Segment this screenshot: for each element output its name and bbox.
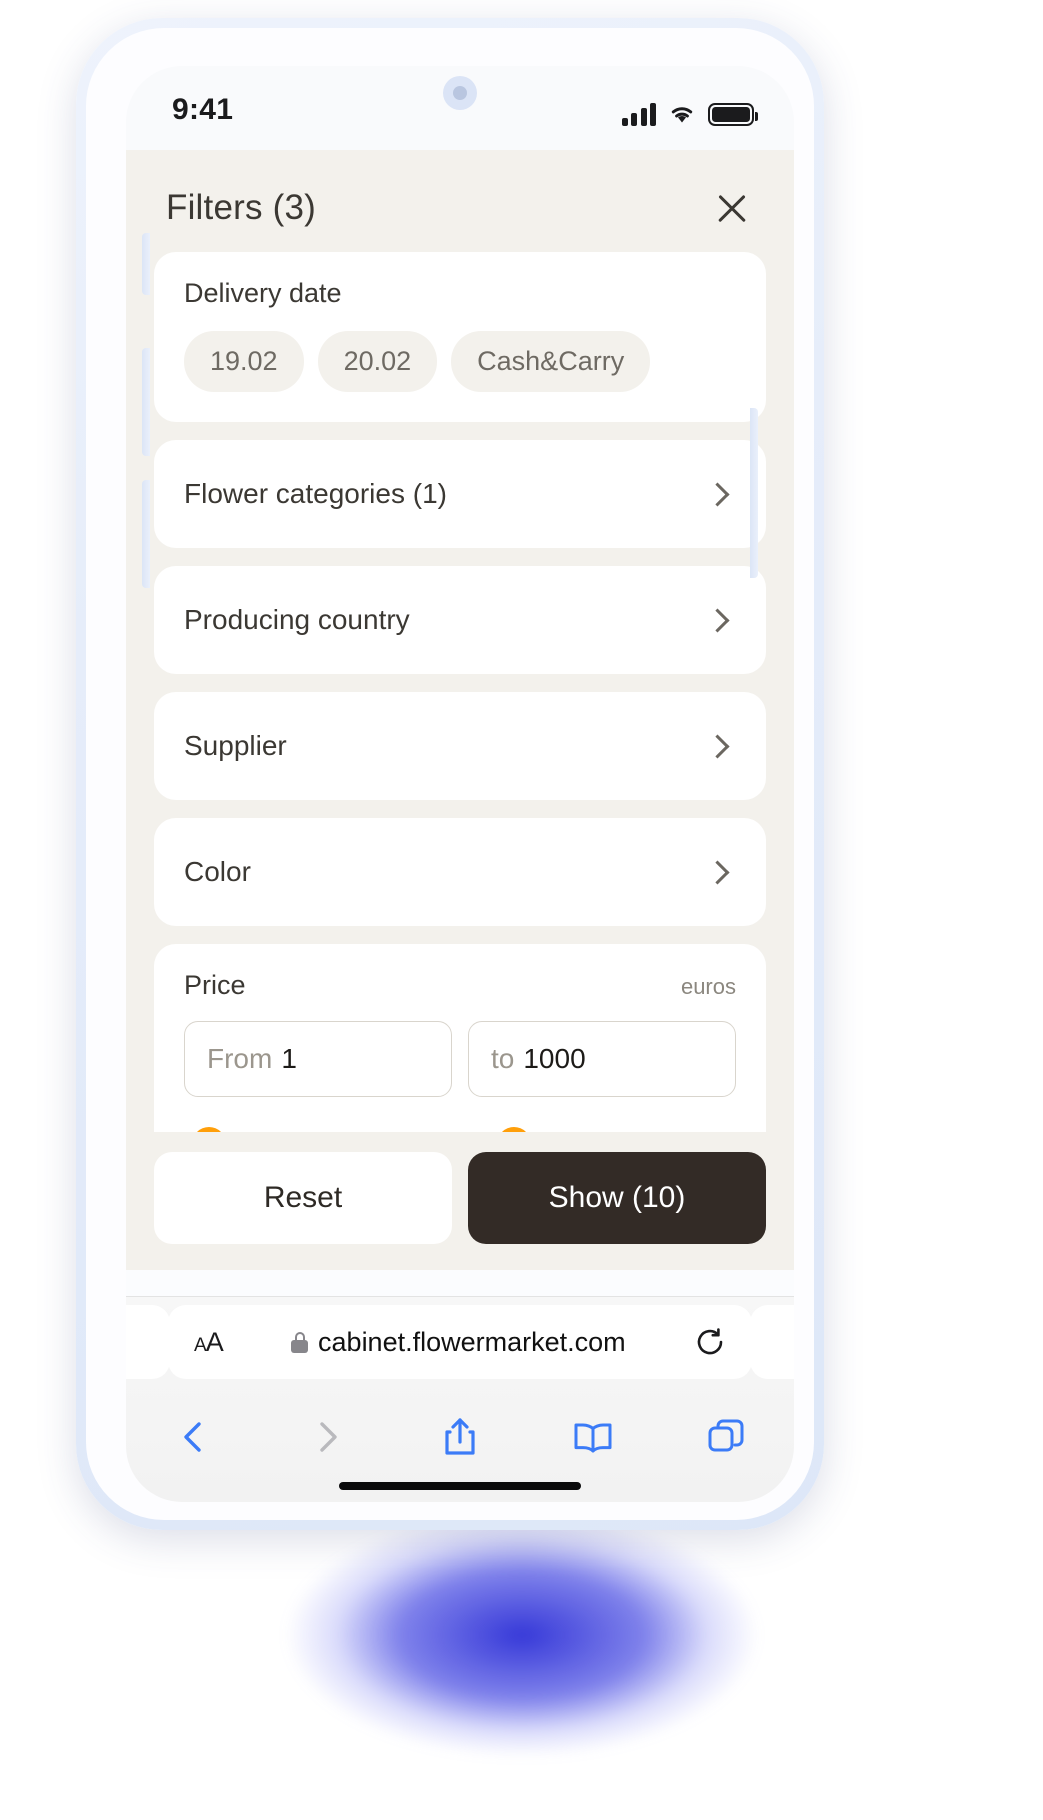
url-bar[interactable]: AA cabinet.flowermarket.com [168,1305,752,1379]
chip-cash-and-carry[interactable]: Cash&Carry [451,331,651,392]
filter-row-label: Producing country [184,604,410,635]
chevron-right-icon [705,607,730,633]
chip-date-2[interactable]: 20.02 [317,331,438,392]
reload-icon[interactable] [694,1326,726,1358]
price-header: Price euros [184,970,736,1001]
page-title: Filters (3) [166,188,316,227]
price-from-value: 1 [281,1043,297,1074]
delivery-date-label: Delivery date [184,278,342,308]
share-icon[interactable] [438,1415,482,1459]
phone-bezel: 9:41 Filters (3) Delivery date 19.02 20.… [86,28,814,1520]
status-clock: 9:41 [172,93,234,126]
volume-down-button[interactable] [142,480,150,588]
mute-switch[interactable] [142,233,150,295]
price-to-prefix: to [491,1043,515,1074]
filter-row-flower-categories[interactable]: Flower categories (1) [154,440,766,548]
phone-screen: 9:41 Filters (3) Delivery date 19.02 20.… [126,66,794,1502]
filter-row-color[interactable]: Color [154,818,766,926]
cellular-signal-icon [621,102,656,126]
chevron-right-icon [705,859,730,885]
battery-icon [708,103,758,126]
chevron-right-icon [705,733,730,759]
bookmarks-icon[interactable] [571,1415,615,1459]
back-icon[interactable] [172,1415,216,1459]
price-to-value: 1000 [523,1043,586,1074]
adjacent-tab-left[interactable] [126,1305,170,1379]
front-camera-dot [443,76,477,110]
show-results-button[interactable]: Show (10) [468,1152,766,1244]
filter-row-supplier[interactable]: Supplier [154,692,766,800]
chevron-right-icon [705,481,730,507]
reset-button[interactable]: Reset [154,1152,452,1244]
filter-row-label: Color [184,856,251,887]
filter-row-label: Supplier [184,730,287,761]
safari-toolbar [126,1387,794,1473]
sheet-header: Filters (3) [126,150,794,252]
power-button[interactable] [750,408,758,578]
screenshot-stage: 9:41 Filters (3) Delivery date 19.02 20.… [0,0,1043,1820]
forward-icon [320,1422,337,1452]
filter-row-label: Flower categories (1) [184,478,447,509]
filters-scroll-area[interactable]: Delivery date 19.02 20.02 Cash&Carry Flo… [126,252,794,1195]
chip-date-1[interactable]: 19.02 [184,331,304,392]
tabs-icon[interactable] [704,1415,748,1459]
lock-icon [291,1331,309,1353]
wifi-icon [671,107,693,123]
url-text: cabinet.flowermarket.com [318,1326,626,1357]
price-inputs: From 1 to 1000 [184,1021,736,1097]
filter-row-producing-country[interactable]: Producing country [154,566,766,674]
filters-sheet: Filters (3) Delivery date 19.02 20.02 Ca… [126,150,794,1270]
delivery-date-chips: 19.02 20.02 Cash&Carry [184,331,736,392]
sheet-footer: Reset Show (10) [126,1132,794,1270]
price-from-prefix: From [207,1043,273,1074]
price-label: Price [184,970,246,1000]
safari-browser-bar: AA cabinet.flowermarket.com [126,1296,794,1502]
status-bar: 9:41 [126,66,794,150]
iphone-device-frame: 9:41 Filters (3) Delivery date 19.02 20.… [76,18,824,1530]
price-to-input[interactable]: to 1000 [468,1021,736,1097]
delivery-date-card: Delivery date 19.02 20.02 Cash&Carry [154,252,766,422]
price-currency-label: euros [680,974,736,999]
url-display[interactable]: cabinet.flowermarket.com [223,1327,694,1358]
adjacent-tab-right[interactable] [750,1305,794,1379]
home-indicator [339,1482,581,1490]
close-icon[interactable] [710,186,754,230]
text-size-icon[interactable]: AA [194,1327,224,1358]
safari-tab-strip: AA cabinet.flowermarket.com [126,1297,794,1387]
status-indicators [621,92,758,126]
price-from-input[interactable]: From 1 [184,1021,452,1097]
volume-up-button[interactable] [142,348,150,456]
